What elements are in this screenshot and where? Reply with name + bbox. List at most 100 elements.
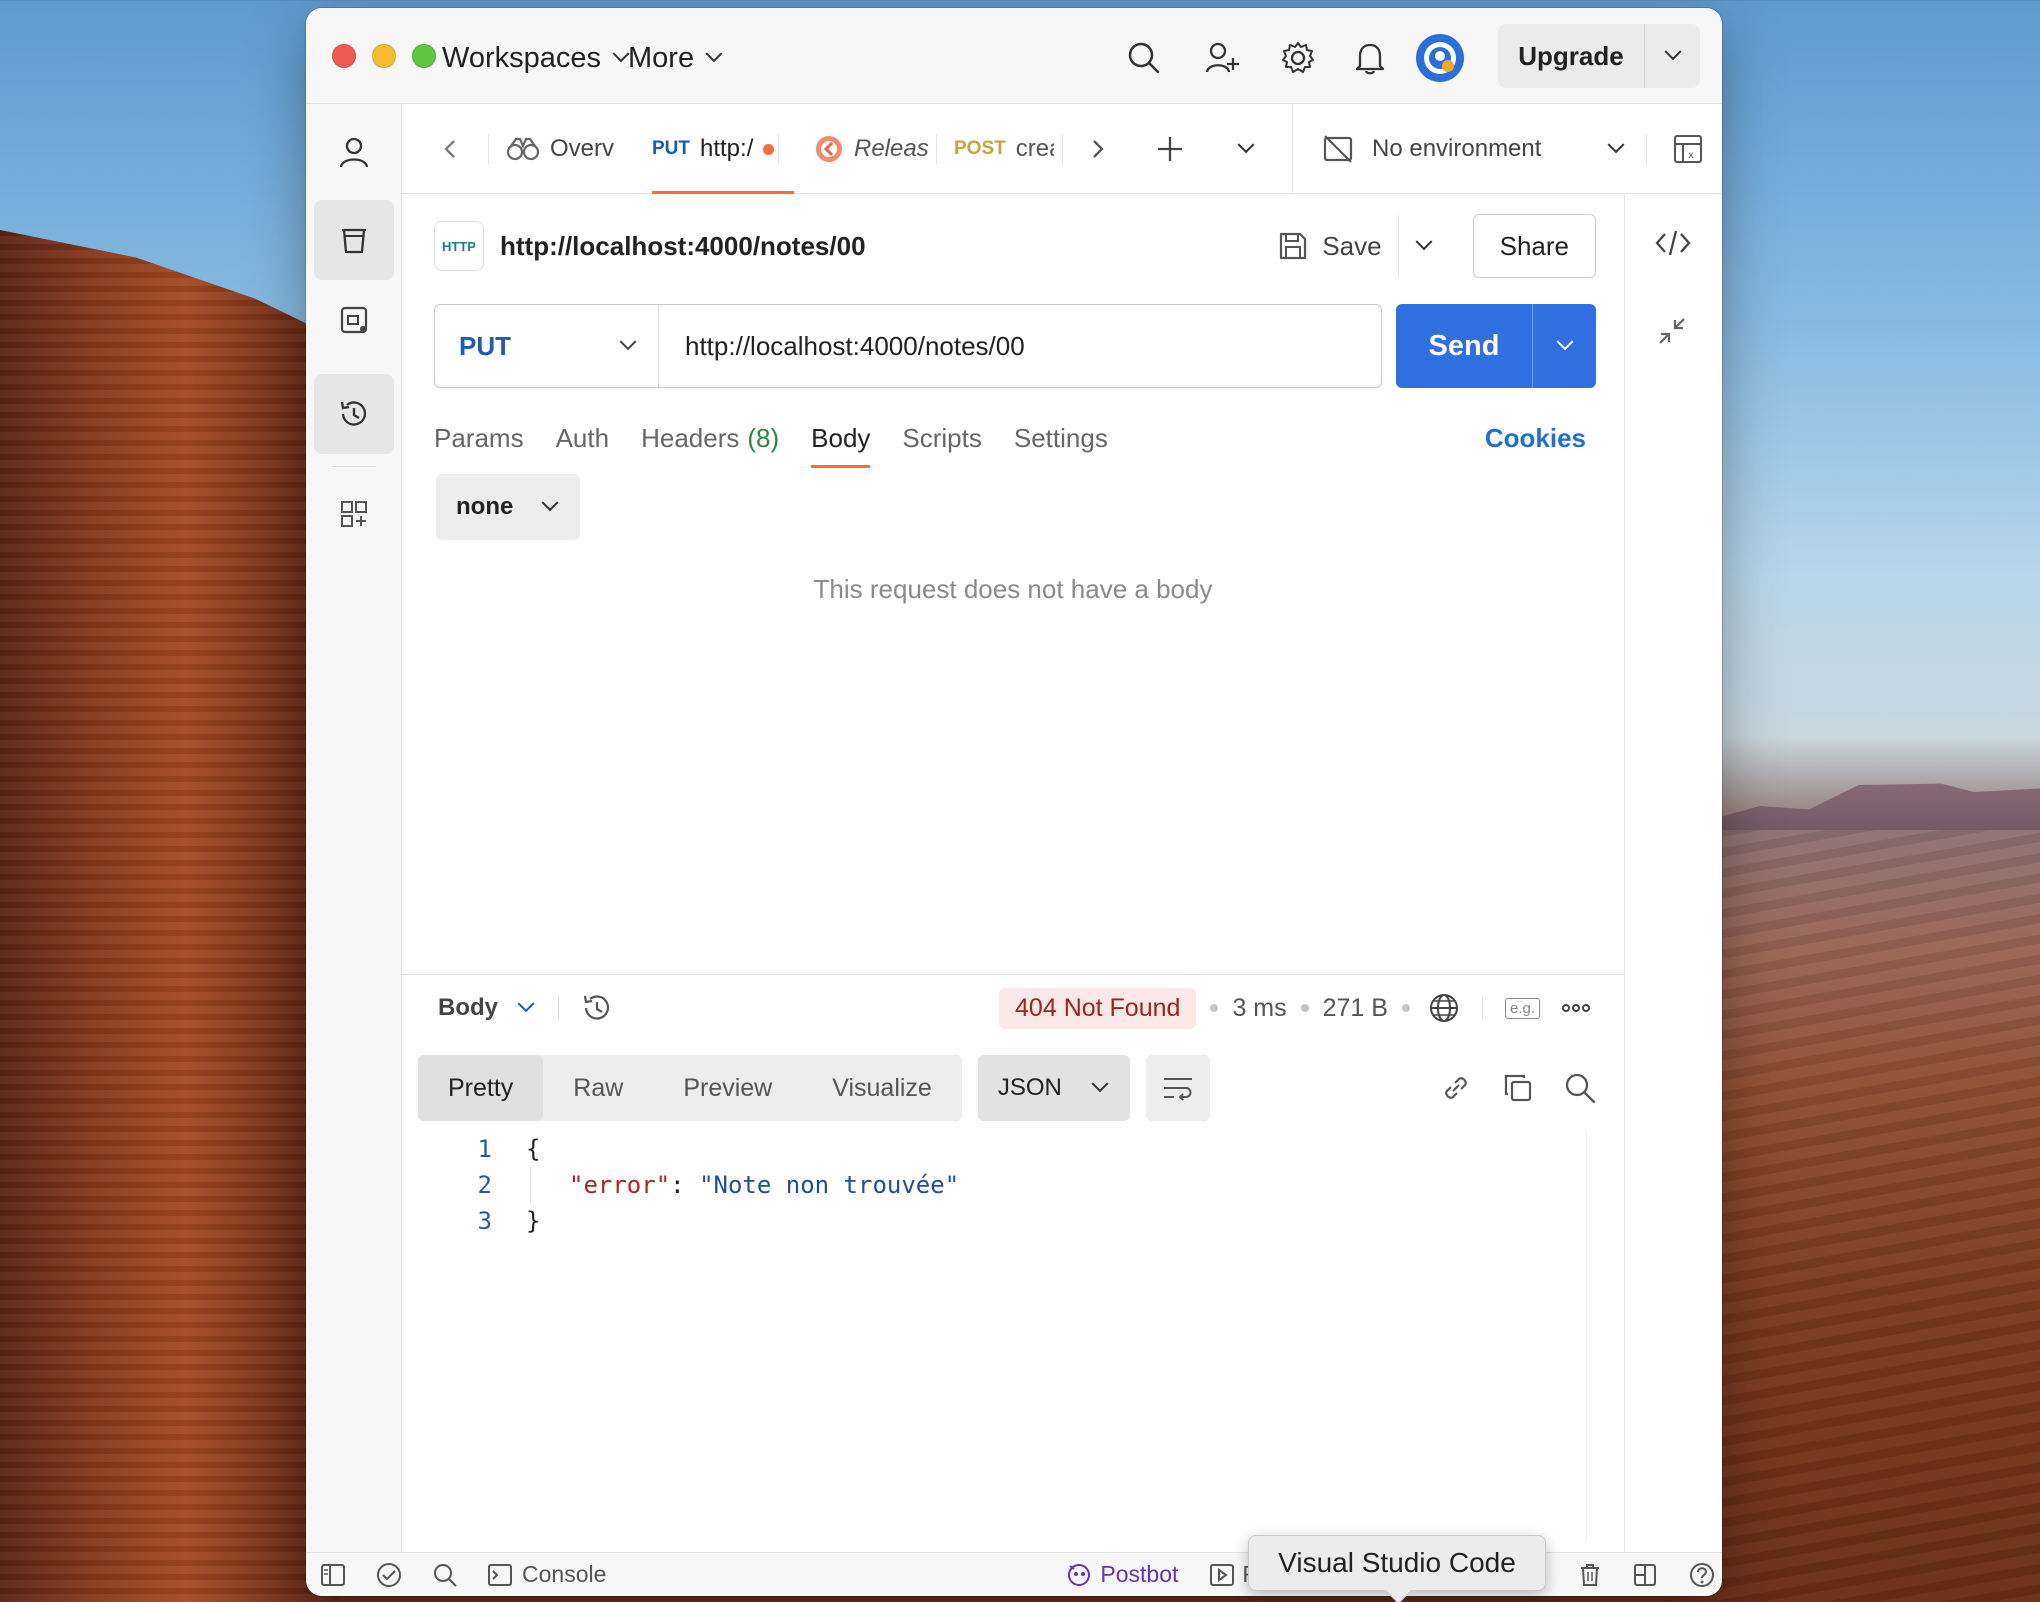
postbot-icon [1068,1563,1091,1586]
collapse-icon[interactable] [1657,316,1687,346]
sidebar-item-history[interactable] [314,374,394,454]
minimize-window-button[interactable] [372,44,396,68]
cookies-link[interactable]: Cookies [1485,423,1586,454]
save-options-button[interactable] [1399,233,1449,252]
code-text: } [526,1207,541,1235]
save-label: Save [1322,230,1382,261]
save-button[interactable]: Save [1262,231,1397,262]
tab-auth[interactable]: Auth [556,408,610,468]
headers-count: (8) [747,422,780,453]
new-tab-button[interactable] [1148,104,1192,194]
avatar[interactable] [1416,34,1464,82]
view-pretty[interactable]: Pretty [418,1055,544,1121]
tab-release[interactable]: Releas [814,104,932,194]
wrap-lines-button[interactable] [1145,1055,1210,1121]
view-preview[interactable]: Preview [653,1055,802,1121]
user-icon [339,137,369,168]
format-select[interactable]: JSON [977,1055,1130,1121]
online-status-icon[interactable] [376,1562,402,1588]
code-snippet-icon[interactable] [1655,228,1691,258]
unsaved-dot-icon [763,143,775,155]
environment-select[interactable]: No environment [1322,104,1625,194]
upgrade-button[interactable]: Upgrade [1498,24,1700,88]
console-icon [488,1563,512,1586]
response-view-row: Pretty Raw Preview Visualize JSON [418,1055,1596,1121]
response-pane: Body 404 Not Found 3 ms 271 B e.g. Prett… [402,974,1624,1552]
sidebar-item-configure[interactable] [314,474,394,554]
tab-post-request[interactable]: POST crea [954,104,1054,194]
more-menu[interactable]: More [628,38,723,78]
http-request-icon: HTTP [434,221,484,271]
url-input[interactable] [659,330,1381,362]
share-label: Share [1499,230,1569,261]
line-number: 1 [477,1135,492,1163]
response-size[interactable]: 271 B [1323,994,1388,1023]
sidebar-item-environments[interactable] [314,280,394,360]
json-value: "Note non trouvée" [699,1171,960,1199]
toggle-sidebar-icon[interactable] [320,1563,346,1587]
status-badge[interactable]: 404 Not Found [999,987,1197,1029]
scroll-tabs-right-button[interactable] [1078,104,1118,194]
tab-headers[interactable]: Headers (8) [641,408,779,468]
console-button[interactable]: Console [488,1561,606,1588]
zoom-window-button[interactable] [412,44,436,68]
tab-body[interactable]: Body [811,408,871,468]
chevron-down-icon [541,494,559,512]
view-visualize[interactable]: Visualize [802,1055,962,1121]
more-label: More [628,41,695,74]
send-label: Send [1428,329,1500,362]
find-icon[interactable] [432,1562,458,1588]
help-icon[interactable] [1689,1562,1715,1588]
save-as-example-icon[interactable]: e.g. [1504,997,1540,1019]
layout-icon[interactable] [1633,1563,1657,1587]
tab-list-dropdown[interactable] [1224,104,1268,194]
chevron-down-icon [1091,1075,1109,1093]
tab-overview[interactable]: Overv [506,104,616,194]
chevron-down-icon [1556,333,1573,351]
method-select[interactable]: PUT [435,305,659,387]
workspaces-menu[interactable]: Workspaces [442,38,630,78]
response-history-icon[interactable] [581,992,613,1024]
postbot-button[interactable]: Postbot [1066,1561,1178,1588]
title-bar: Workspaces More Upgrade [306,8,1722,104]
response-time[interactable]: 3 ms [1232,994,1286,1023]
chevron-down-icon [1237,136,1255,154]
gear-icon[interactable] [1278,38,1318,78]
tab-scripts[interactable]: Scripts [902,408,981,468]
close-window-button[interactable] [332,44,356,68]
variables-icon: x [1674,135,1702,163]
invite-user-icon[interactable] [1202,38,1242,78]
save-icon [1280,232,1307,260]
sidebar-item-account[interactable] [314,112,394,192]
sidebar-item-collections[interactable] [314,200,394,280]
trash-icon[interactable] [1579,1563,1601,1587]
tab-method: POST [954,138,1006,159]
chevron-down-icon [1664,43,1681,61]
more-options-icon[interactable] [1562,1003,1590,1013]
share-button[interactable]: Share [1472,214,1596,278]
send-options-chevron[interactable] [1533,333,1596,352]
format-label: JSON [997,1074,1062,1101]
tab-put-request[interactable]: PUT http:/ [652,104,794,194]
bell-icon[interactable] [1350,38,1390,78]
scroll-tabs-left-button[interactable] [430,104,470,194]
response-scrollbar[interactable] [1586,1131,1614,1541]
history-icon [340,401,367,426]
send-button[interactable]: Send [1396,304,1596,388]
body-type-select[interactable]: none [436,474,580,540]
search-response-icon[interactable] [1564,1072,1596,1104]
upgrade-options-chevron[interactable] [1645,43,1700,62]
svg-text:x: x [1688,150,1694,161]
copy-icon[interactable] [1502,1072,1534,1104]
response-code-editor[interactable]: 1 { 2 "error" : "Note non trouvée" 3 } [442,1131,1584,1541]
tab-label: Overv [550,135,615,162]
response-view-select[interactable]: Body [438,994,535,1022]
search-icon[interactable] [1124,38,1164,78]
request-title[interactable]: http://localhost:4000/notes/00 [500,231,1262,262]
tab-settings[interactable]: Settings [1014,408,1108,468]
tab-params[interactable]: Params [434,408,524,468]
environment-quick-look-button[interactable]: x [1666,104,1710,194]
network-globe-icon[interactable] [1428,992,1460,1024]
view-raw[interactable]: Raw [543,1055,653,1121]
link-icon[interactable] [1440,1072,1472,1104]
